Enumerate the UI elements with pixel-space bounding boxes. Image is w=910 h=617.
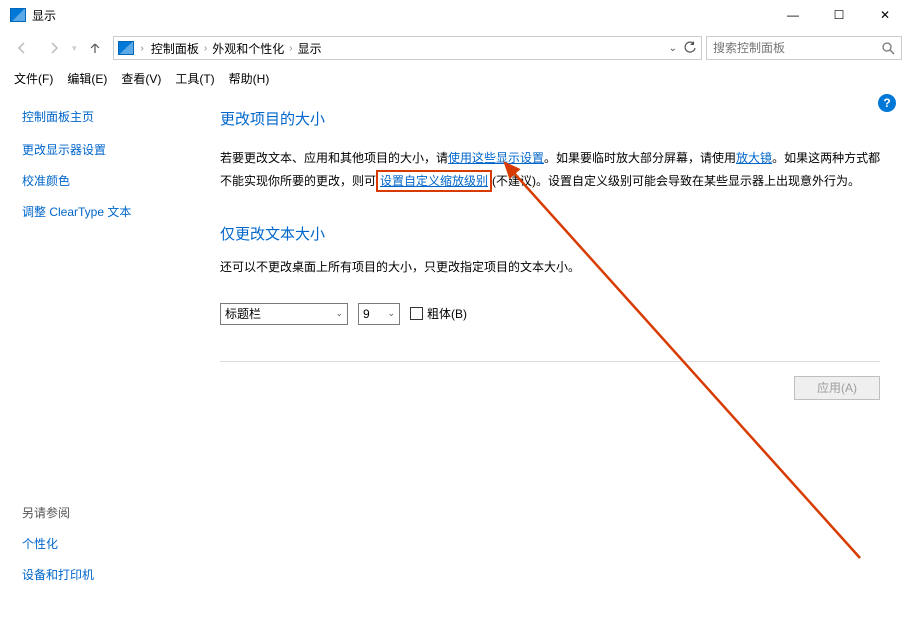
menu-bar: 文件(F) 编辑(E) 查看(V) 工具(T) 帮助(H) (0, 66, 910, 90)
maximize-button[interactable]: ☐ (816, 0, 862, 30)
chevron-down-icon: ⌄ (387, 308, 395, 319)
menu-edit[interactable]: 编辑(E) (61, 68, 113, 89)
window-icon (10, 8, 26, 22)
paragraph-text-only: 还可以不更改桌面上所有项目的大小，只更改指定项目的文本大小。 (220, 258, 886, 275)
bold-checkbox[interactable] (410, 307, 423, 320)
divider (220, 361, 880, 362)
apply-row: 应用(A) (220, 376, 880, 400)
bold-checkbox-wrap[interactable]: 粗体(B) (410, 305, 467, 322)
size-dropdown-value: 9 (363, 307, 370, 321)
link-custom-scaling[interactable]: 设置自定义缩放级别 (380, 174, 488, 188)
address-icon (118, 41, 134, 55)
see-also-label: 另请参阅 (22, 504, 94, 521)
content-wrap: 控制面板主页 更改显示器设置 校准颜色 调整 ClearType 文本 另请参阅… (0, 90, 910, 617)
breadcrumb-item[interactable]: 控制面板 (151, 40, 199, 57)
search-icon[interactable] (881, 41, 895, 55)
address-controls: ⌄ (669, 41, 697, 55)
menu-help[interactable]: 帮助(H) (223, 68, 276, 89)
link-display-settings[interactable]: 使用这些显示设置 (448, 151, 544, 165)
link-magnifier[interactable]: 放大镜 (736, 151, 772, 165)
sidebar-link-display-settings[interactable]: 更改显示器设置 (22, 141, 180, 158)
title-left: 显示 (2, 7, 56, 24)
highlighted-box: 设置自定义缩放级别 (376, 170, 492, 192)
sidebar-link-cleartype[interactable]: 调整 ClearType 文本 (22, 203, 180, 220)
forward-button[interactable] (40, 34, 68, 62)
search-box[interactable] (706, 36, 902, 60)
annotation-arrow (490, 148, 870, 568)
apply-button[interactable]: 应用(A) (794, 376, 880, 400)
heading-text-only: 仅更改文本大小 (220, 223, 886, 244)
help-icon[interactable]: ? (878, 94, 896, 112)
main-content: ? 更改项目的大小 若要更改文本、应用和其他项目的大小，请使用这些显示设置。如果… (190, 90, 910, 617)
menu-tools[interactable]: 工具(T) (169, 68, 220, 89)
window-title: 显示 (32, 7, 56, 24)
address-bar[interactable]: › 控制面板 › 外观和个性化 › 显示 ⌄ (113, 36, 702, 60)
heading-change-size: 更改项目的大小 (220, 108, 886, 129)
navigation-bar: ▾ › 控制面板 › 外观和个性化 › 显示 ⌄ (0, 30, 910, 66)
sidebar-link-calibrate-color[interactable]: 校准颜色 (22, 172, 180, 189)
paragraph-description: 若要更改文本、应用和其他项目的大小，请使用这些显示设置。如果要临时放大部分屏幕，… (220, 147, 886, 193)
window-controls: — ☐ ✕ (770, 0, 908, 30)
sidebar-home-link[interactable]: 控制面板主页 (22, 108, 180, 125)
menu-view[interactable]: 查看(V) (115, 68, 167, 89)
close-button[interactable]: ✕ (862, 0, 908, 30)
size-dropdown[interactable]: 9 ⌄ (358, 303, 400, 325)
item-dropdown-value: 标题栏 (225, 305, 261, 322)
item-dropdown[interactable]: 标题栏 ⌄ (220, 303, 348, 325)
breadcrumb-item[interactable]: 外观和个性化 (212, 40, 284, 57)
breadcrumb-separator: › (141, 43, 144, 54)
sidebar-see-also: 另请参阅 个性化 设备和打印机 (22, 504, 94, 597)
title-bar: 显示 — ☐ ✕ (0, 0, 910, 30)
back-button[interactable] (8, 34, 36, 62)
controls-row: 标题栏 ⌄ 9 ⌄ 粗体(B) (220, 303, 886, 325)
sidebar: 控制面板主页 更改显示器设置 校准颜色 调整 ClearType 文本 另请参阅… (0, 90, 190, 617)
breadcrumb-item[interactable]: 显示 (298, 40, 322, 57)
breadcrumb: 控制面板 › 外观和个性化 › 显示 (151, 40, 322, 57)
search-input[interactable] (713, 41, 881, 55)
address-dropdown-icon[interactable]: ⌄ (669, 43, 677, 54)
up-button[interactable] (81, 34, 109, 62)
chevron-down-icon: ⌄ (335, 308, 343, 319)
minimize-button[interactable]: — (770, 0, 816, 30)
sidebar-link-devices-printers[interactable]: 设备和打印机 (22, 566, 94, 583)
recent-dropdown-icon[interactable]: ▾ (72, 43, 77, 54)
sidebar-link-personalization[interactable]: 个性化 (22, 535, 94, 552)
bold-label: 粗体(B) (427, 305, 467, 322)
refresh-icon[interactable] (683, 41, 697, 55)
menu-file[interactable]: 文件(F) (8, 68, 59, 89)
